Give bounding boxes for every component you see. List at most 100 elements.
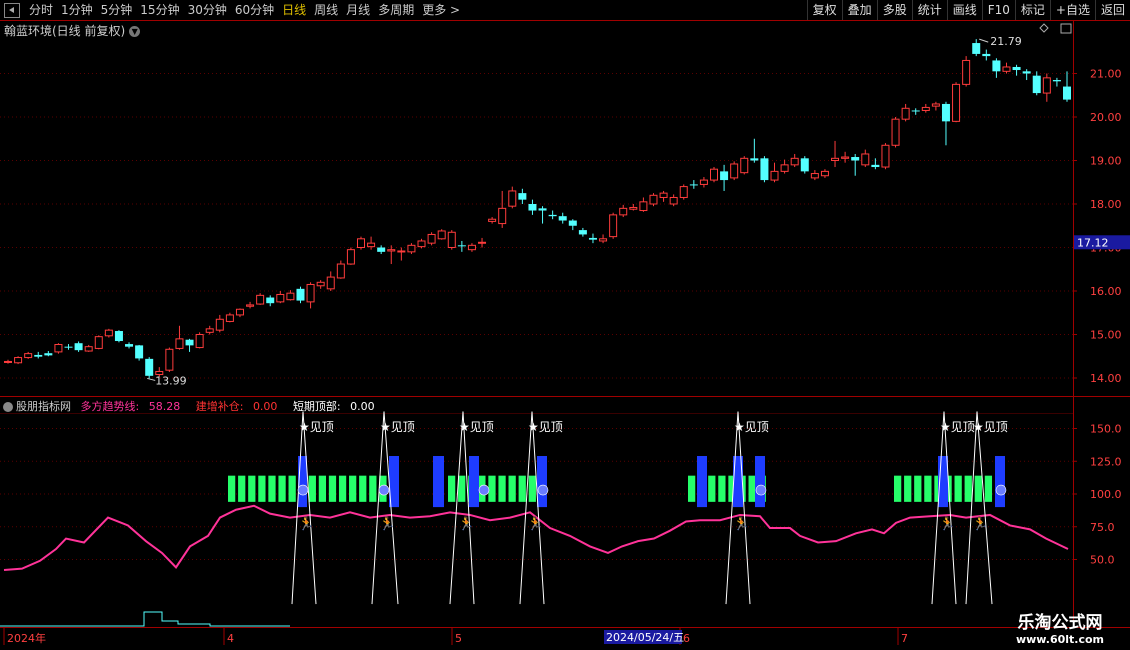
candle-body [740, 157, 749, 174]
blue-bar [755, 456, 765, 508]
high-marker [979, 38, 989, 43]
back-icon[interactable] [4, 2, 20, 18]
candle-body [689, 184, 698, 186]
green-bar [748, 475, 756, 502]
candle-body [770, 170, 779, 181]
runner-icon: 🏃 [379, 516, 395, 532]
candle-body [941, 103, 950, 122]
candle-body [377, 247, 386, 252]
candle-body [64, 346, 73, 348]
trend-value: 58.28 [148, 400, 181, 413]
build-label: 建增补仓: [195, 400, 244, 413]
toolbar-button[interactable]: 统计 [911, 0, 947, 20]
candle-body [84, 346, 93, 352]
toolbar-button[interactable]: 返回 [1094, 0, 1130, 20]
sad-face-icon [378, 484, 390, 496]
period-tab[interactable]: 1分钟 [57, 0, 97, 20]
toolbar-button[interactable]: 标记 [1014, 0, 1050, 20]
period-tab[interactable]: 更多 > [418, 0, 464, 20]
sad-face-icon [537, 484, 549, 496]
stock-title-text: 翰蓝环境(日线 前复权) [4, 24, 126, 38]
candle-body [225, 314, 234, 322]
candle-body [831, 157, 840, 161]
candle-body [931, 103, 940, 107]
candle-body [861, 153, 870, 166]
green-bar [379, 475, 387, 502]
candle-body [195, 334, 204, 349]
peak-spike [725, 411, 751, 605]
green-bar [718, 475, 726, 502]
candle-body [508, 190, 517, 207]
candle-body [659, 192, 668, 198]
current-price-tag [1074, 235, 1130, 250]
peak-spike [449, 411, 475, 605]
toolbar-button[interactable]: 复权 [806, 0, 842, 20]
green-bar [508, 475, 516, 502]
candle-body [437, 230, 446, 240]
candle-body [165, 348, 174, 371]
green-bar [349, 475, 357, 502]
blue-bar [298, 456, 307, 508]
green-bar [698, 475, 706, 502]
green-bar [478, 475, 486, 502]
toolbar-button[interactable]: 叠加 [841, 0, 877, 20]
green-bar [338, 475, 347, 502]
candle-body [286, 292, 295, 301]
period-tab[interactable]: 5分钟 [97, 0, 137, 20]
candle-body [820, 170, 829, 177]
candle-body [4, 360, 12, 363]
period-tab[interactable]: 分时 [25, 0, 57, 20]
candle-body [336, 263, 345, 279]
period-tab[interactable]: 月线 [342, 0, 374, 20]
toolbar-button[interactable]: F10 [981, 0, 1015, 20]
candle-body [276, 293, 285, 303]
watermark: 乐淘公式网 www.60lt.com [994, 608, 1126, 646]
peak-label: ★见顶 [459, 420, 494, 434]
runner-icon: 🏃 [939, 516, 955, 532]
price-axis-label: 21.00 [1090, 68, 1122, 81]
candle-body [498, 207, 507, 225]
toolbar-button[interactable]: 画线 [946, 0, 982, 20]
toolbar-button[interactable]: 多股 [876, 0, 912, 20]
period-tab[interactable]: 15分钟 [136, 0, 183, 20]
runner-icon: 🏃 [458, 516, 474, 532]
toolbar-button[interactable]: +自选 [1049, 0, 1095, 20]
peak-spike [519, 411, 545, 605]
green-bar [708, 475, 716, 502]
chevron-down-icon[interactable]: ▼ [129, 26, 141, 37]
period-tab[interactable]: 多周期 [374, 0, 418, 20]
green-bar [964, 475, 972, 502]
candle-body [256, 294, 265, 305]
green-bar [984, 475, 993, 502]
period-tab[interactable]: 周线 [310, 0, 342, 20]
candle-body [881, 144, 890, 168]
candle-body [387, 249, 396, 252]
indicator-menu-icon[interactable] [3, 402, 13, 412]
period-tab[interactable]: 日线 [278, 0, 310, 20]
volume-line [0, 611, 290, 627]
candle-body [326, 276, 335, 290]
sad-face-icon [297, 484, 309, 496]
peak-spike [371, 411, 399, 605]
runner-icon: 🏃 [972, 516, 988, 532]
candle-body [750, 158, 759, 161]
candle-body [205, 328, 214, 333]
high-label: 21.79 [990, 35, 1022, 48]
candle-body [841, 156, 850, 159]
candle-body [447, 231, 456, 248]
candle-body [24, 353, 33, 359]
time-axis-label: 2024年 [7, 631, 46, 645]
candle-body [619, 207, 628, 216]
period-tab[interactable]: 30分钟 [184, 0, 231, 20]
green-bar [228, 475, 236, 502]
green-bar [944, 475, 952, 502]
low-label: 13.99 [155, 374, 187, 387]
time-axis-label: 6 [683, 632, 690, 645]
top-value: 0.00 [350, 400, 375, 413]
candle-body [44, 353, 53, 356]
period-tab[interactable]: 60分钟 [231, 0, 278, 20]
green-bar [894, 475, 902, 502]
peak-label: ★见顶 [380, 420, 415, 434]
candle-body [215, 318, 224, 331]
candle-body [155, 370, 164, 376]
